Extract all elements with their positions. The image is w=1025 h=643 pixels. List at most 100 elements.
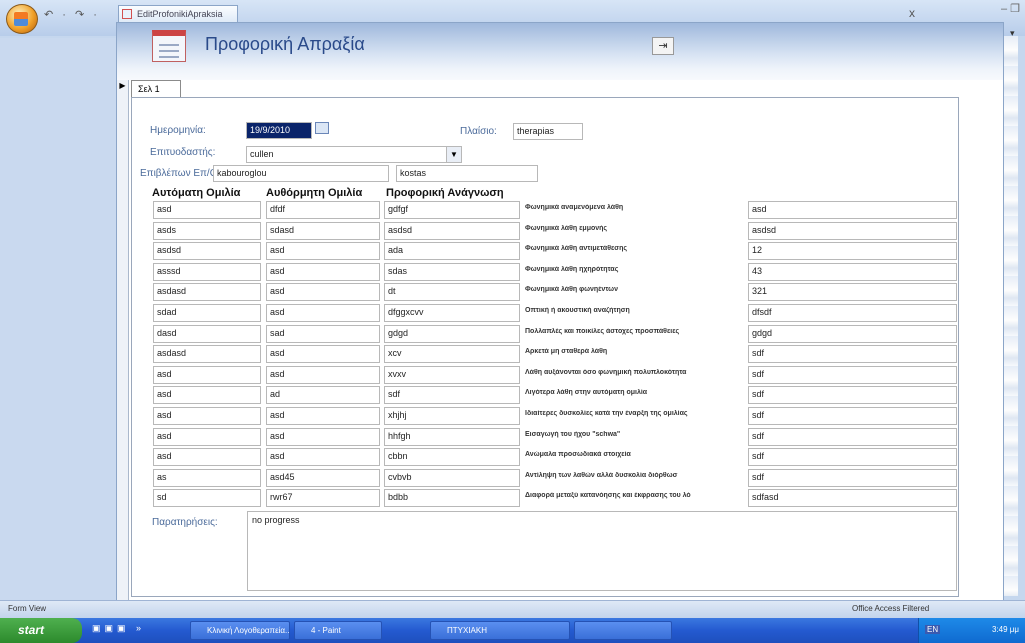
voluntary-speech-cell[interactable]: asd	[266, 304, 380, 322]
oral-reading-cell[interactable]: sdf	[384, 386, 520, 404]
chevron-down-icon[interactable]: ▼	[446, 147, 461, 162]
oral-reading-cell[interactable]: gdgd	[384, 325, 520, 343]
oral-reading-cell[interactable]: asdsd	[384, 222, 520, 240]
criterion-label: Διαφορά μεταξύ κατανόησης και έκφρασης τ…	[525, 492, 691, 499]
oral-reading-cell[interactable]: hhfgh	[384, 428, 520, 446]
voluntary-speech-cell[interactable]: asd45	[266, 469, 380, 487]
criterion-value-cell[interactable]: sdf	[748, 386, 957, 404]
voluntary-speech-cell[interactable]: asd	[266, 242, 380, 260]
criterion-value-cell[interactable]: 321	[748, 283, 957, 301]
supervisor-field[interactable]: kabouroglou	[213, 165, 389, 182]
oral-reading-cell[interactable]: xcv	[384, 345, 520, 363]
criterion-value-cell[interactable]: 12	[748, 242, 957, 260]
language-indicator[interactable]: EN	[925, 625, 941, 634]
auto-speech-cell[interactable]: asds	[153, 222, 261, 240]
voluntary-speech-cell[interactable]: asd	[266, 366, 380, 384]
voluntary-speech-cell[interactable]: asd	[266, 263, 380, 281]
therapist-dropdown[interactable]: cullen	[246, 146, 462, 163]
quick-launch[interactable]: ▣▣▣ »	[92, 623, 184, 639]
form-icon	[122, 9, 132, 19]
criterion-value-cell[interactable]: sdf	[748, 366, 957, 384]
calendar-icon[interactable]	[315, 122, 329, 134]
criterion-value-cell[interactable]: dfsdf	[748, 304, 957, 322]
quick-access-toolbar[interactable]: ↶ · ↷ ·	[44, 8, 100, 24]
auto-speech-cell[interactable]: asd	[153, 428, 261, 446]
auto-speech-cell[interactable]: asdsd	[153, 242, 261, 260]
criterion-value-cell[interactable]: sdfasd	[748, 489, 957, 507]
auto-speech-cell[interactable]: asdasd	[153, 345, 261, 363]
criterion-value-cell[interactable]: sdf	[748, 469, 957, 487]
voluntary-speech-cell[interactable]: asd	[266, 345, 380, 363]
criterion-label: Φωνημικά λάθη αντιμετάθεσης	[525, 245, 628, 252]
auto-speech-cell[interactable]: as	[153, 469, 261, 487]
clock: 3:49 μμ	[991, 625, 1019, 634]
criterion-value-cell[interactable]: asdsd	[748, 222, 957, 240]
criterion-value-cell[interactable]: 43	[748, 263, 957, 281]
office-button[interactable]	[6, 4, 38, 34]
oral-reading-header: Προφορική Ανάγνωση	[386, 187, 504, 199]
auto-speech-cell[interactable]: asd	[153, 448, 261, 466]
window-controls[interactable]: – ❐	[968, 2, 1020, 18]
context-field[interactable]: therapias	[513, 123, 583, 140]
taskbar-item-folder[interactable]: ΠΤΥΧΙΑΚΗ	[430, 621, 570, 640]
voluntary-speech-cell[interactable]: dfdf	[266, 201, 380, 219]
oral-reading-cell[interactable]: cbbn	[384, 448, 520, 466]
form-header-icon	[152, 30, 186, 62]
taskbar-item-window[interactable]	[574, 621, 672, 640]
voluntary-speech-cell[interactable]: ad	[266, 386, 380, 404]
voluntary-speech-cell[interactable]: asd	[266, 448, 380, 466]
oral-reading-cell[interactable]: xvxv	[384, 366, 520, 384]
criterion-label: Αρκετά μη σταθερά λάθη	[525, 348, 608, 355]
date-field[interactable]: 19/9/2010	[246, 122, 312, 139]
voluntary-speech-cell[interactable]: asd	[266, 283, 380, 301]
oral-reading-cell[interactable]: dt	[384, 283, 520, 301]
oral-reading-cell[interactable]: cvbvb	[384, 469, 520, 487]
oral-reading-cell[interactable]: ada	[384, 242, 520, 260]
form-tab-title: EditProfonikiApraksia	[137, 9, 223, 19]
oral-reading-cell[interactable]: sdas	[384, 263, 520, 281]
criterion-value-cell[interactable]: asd	[748, 201, 957, 219]
record-selector[interactable]: ▶	[117, 80, 129, 600]
oral-reading-cell[interactable]: gdfgf	[384, 201, 520, 219]
close-form-button[interactable]: x	[905, 6, 919, 20]
oral-reading-cell[interactable]: xhjhj	[384, 407, 520, 425]
form-document-tab[interactable]: EditProfonikiApraksia	[118, 5, 238, 23]
criterion-label: Φωνημικά λάθη ηχηρότητας	[525, 266, 619, 273]
auto-speech-cell[interactable]: asd	[153, 407, 261, 425]
auto-speech-cell[interactable]: asssd	[153, 263, 261, 281]
supervisor-second-field[interactable]: kostas	[396, 165, 538, 182]
taskbar-item-paint[interactable]: 4 - Paint	[294, 621, 382, 640]
start-button[interactable]: start	[0, 618, 82, 643]
status-app-info: Office Access Filtered	[852, 604, 930, 613]
system-tray: EN 3:49 μμ	[918, 618, 1025, 643]
criterion-value-cell[interactable]: sdf	[748, 345, 957, 363]
criterion-value-cell[interactable]: sdf	[748, 407, 957, 425]
notes-label: Παρατηρήσεις:	[152, 517, 218, 528]
navigation-pane	[0, 38, 116, 600]
voluntary-speech-cell[interactable]: asd	[266, 428, 380, 446]
criterion-value-cell[interactable]: gdgd	[748, 325, 957, 343]
voluntary-speech-cell[interactable]: rwr67	[266, 489, 380, 507]
context-label: Πλαίσιο:	[460, 126, 497, 137]
auto-speech-cell[interactable]: asdasd	[153, 283, 261, 301]
criterion-label: Φωνημικά λάθη φωνηέντων	[525, 286, 618, 293]
auto-speech-cell[interactable]: asd	[153, 201, 261, 219]
voluntary-speech-cell[interactable]: sdasd	[266, 222, 380, 240]
criterion-value-cell[interactable]: sdf	[748, 428, 957, 446]
date-label: Ημερομηνία:	[150, 125, 206, 136]
taskbar-item-clinic[interactable]: Κλινική Λογοθεραπεία...	[190, 621, 290, 640]
auto-speech-cell[interactable]: asd	[153, 366, 261, 384]
auto-speech-cell[interactable]: sd	[153, 489, 261, 507]
voluntary-speech-cell[interactable]: sad	[266, 325, 380, 343]
criterion-value-cell[interactable]: sdf	[748, 448, 957, 466]
oral-reading-cell[interactable]: bdbb	[384, 489, 520, 507]
oral-reading-cell[interactable]: dfggxcvv	[384, 304, 520, 322]
criterion-label: Ιδιαίτερες δυσκολίες κατά την έναρξη της…	[525, 410, 688, 417]
notes-field[interactable]: no progress	[247, 511, 957, 591]
auto-speech-cell[interactable]: asd	[153, 386, 261, 404]
auto-speech-cell[interactable]: sdad	[153, 304, 261, 322]
exit-form-button[interactable]: ⇥	[652, 37, 674, 55]
auto-speech-cell[interactable]: dasd	[153, 325, 261, 343]
voluntary-speech-cell[interactable]: asd	[266, 407, 380, 425]
tab-page-1[interactable]: Σελ 1	[131, 80, 181, 98]
